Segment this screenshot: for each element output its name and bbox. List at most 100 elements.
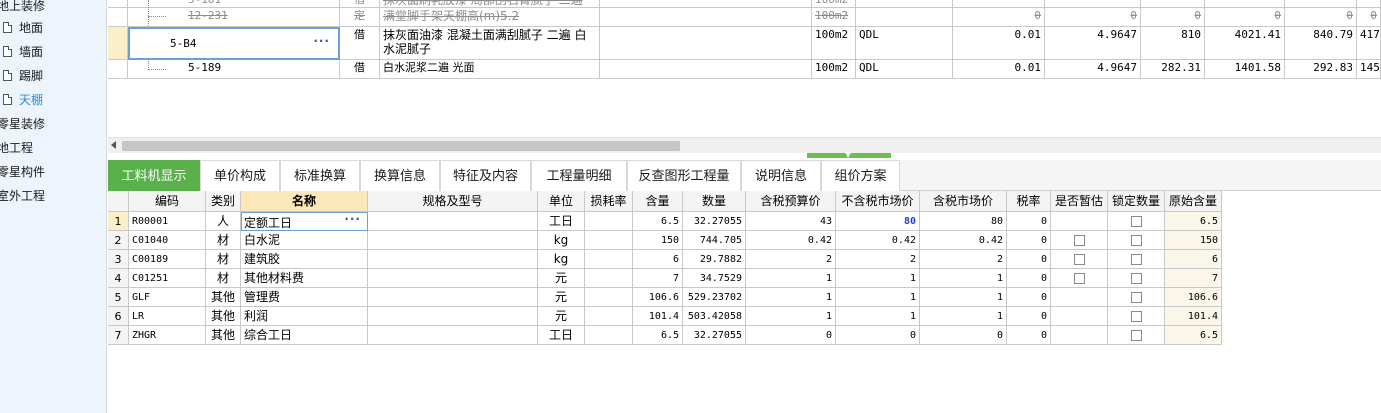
quota-unit-cell[interactable]: 100m2 [812,8,856,27]
column-header[interactable]: 数量 [683,191,746,212]
lock-qty-checkbox[interactable] [1130,273,1142,284]
lock-qty-checkbox[interactable] [1130,292,1142,303]
quota-v1-cell[interactable]: 0 [1285,8,1357,27]
cell-code[interactable]: C01040 [129,231,206,250]
cell-qty[interactable]: 32.27055 [683,212,746,231]
cell-spec[interactable] [368,326,538,345]
column-header[interactable]: 单位 [538,191,585,212]
column-header[interactable]: 含税预算价 [746,191,836,212]
cell-budget[interactable]: 1 [746,307,836,326]
lock-qty-checkbox[interactable] [1130,235,1142,246]
cell-estimate[interactable] [1051,307,1108,326]
tab-3[interactable]: 换算信息 [360,160,440,191]
tree-item[interactable]: 零星装修 [0,114,45,134]
tab-8[interactable]: 组价方案 [821,160,900,191]
cell-market-in[interactable]: 80 [920,212,1007,231]
cell-tax[interactable]: 0 [1007,269,1051,288]
cell-name[interactable]: 综合工日 [241,326,368,345]
ellipsis-button[interactable]: ··· [344,212,361,226]
tab-1[interactable]: 单价构成 [200,160,280,191]
quota-v2-cell[interactable]: 417 [1357,27,1381,60]
quota-price-cell[interactable] [1141,0,1205,8]
cell-content[interactable]: 7 [633,269,683,288]
lock-qty-checkbox[interactable] [1130,330,1142,341]
cell-lock[interactable] [1108,231,1165,250]
cell-code[interactable]: LR [129,307,206,326]
cell-lock[interactable] [1108,288,1165,307]
cell-spec[interactable] [368,307,538,326]
cell-budget[interactable]: 0 [746,326,836,345]
cell-market-ex[interactable]: 1 [836,307,920,326]
cell-estimate[interactable] [1051,212,1108,231]
quota-name-cell[interactable]: 抹灰面刷乳胶漆 局部刮石膏腻子 二遍 [380,0,600,8]
cell-estimate[interactable] [1051,288,1108,307]
quota-qty-cell[interactable] [1045,0,1141,8]
cell-market-ex[interactable]: 80 [836,212,920,231]
quota-unit-cell[interactable]: 100m2 [812,0,856,8]
cell-loss[interactable] [585,212,633,231]
cell-cat[interactable]: 其他 [206,307,241,326]
quota-name-cell[interactable]: 满堂脚手架天棚高(m)5.2 [380,8,600,27]
column-header[interactable]: 不含税市场价 [836,191,920,212]
cell-unit[interactable]: kg [538,250,585,269]
quota-price-cell[interactable]: 810 [1141,27,1205,60]
quota-v1-cell[interactable]: 840.79 [1285,27,1357,60]
quota-v1-cell[interactable] [1285,0,1357,8]
cell-market-in[interactable]: 1 [920,269,1007,288]
estimate-checkbox[interactable] [1073,273,1085,284]
cell-name[interactable]: 管理费 [241,288,368,307]
tree-item[interactable]: 零星构件 [0,162,45,182]
column-header[interactable]: 是否暂估 [1051,191,1108,212]
tab-4[interactable]: 特征及内容 [440,160,531,191]
cell-unit[interactable]: 工日 [538,212,585,231]
quota-coef-cell[interactable] [953,0,1045,8]
quota-unit-cell[interactable]: 100m2 [812,27,856,60]
cell-lock[interactable] [1108,250,1165,269]
cell-budget[interactable]: 43 [746,212,836,231]
cell-name[interactable]: 其他材料费 [241,269,368,288]
quota-total-cell[interactable] [1205,0,1285,8]
tab-5[interactable]: 工程量明细 [531,160,627,191]
cell-spec[interactable] [368,269,538,288]
tree-item[interactable]: 墙面 [3,42,43,62]
cell-estimate[interactable] [1051,269,1108,288]
cell-estimate[interactable] [1051,326,1108,345]
cell-tax[interactable]: 0 [1007,231,1051,250]
tree-item[interactable]: 地上装修 [0,0,45,16]
column-header[interactable]: 含税市场价 [920,191,1007,212]
tree-item[interactable]: 踢脚 [3,66,43,86]
quota-v2-cell[interactable] [1357,0,1381,8]
quota-coef-cell[interactable]: 0.01 [953,27,1045,60]
cell-qty[interactable]: 34.7529 [683,269,746,288]
horizontal-scrollbar[interactable] [108,137,1381,153]
quota-code-cell[interactable]: 5-181 [128,0,340,8]
cell-unit[interactable]: 元 [538,269,585,288]
quota-qty-cell[interactable]: 4.9647 [1045,60,1141,79]
cell-qty[interactable]: 503.42058 [683,307,746,326]
estimate-checkbox[interactable] [1073,254,1085,265]
cell-unit[interactable]: kg [538,231,585,250]
cell-unit[interactable]: 元 [538,288,585,307]
cell-market-ex[interactable]: 0.42 [836,231,920,250]
quota-qty-cell[interactable]: 4.9647 [1045,27,1141,60]
cell-estimate[interactable] [1051,231,1108,250]
cell-orig[interactable]: 6 [1165,250,1222,269]
column-header[interactable]: 损耗率 [585,191,633,212]
column-header[interactable]: 规格及型号 [368,191,538,212]
cell-loss[interactable] [585,288,633,307]
cell-content[interactable]: 6.5 [633,326,683,345]
cell-loss[interactable] [585,231,633,250]
cell-budget[interactable]: 2 [746,250,836,269]
cell-content[interactable]: 6 [633,250,683,269]
cell-qty[interactable]: 529.23702 [683,288,746,307]
cell-tax[interactable]: 0 [1007,288,1051,307]
quota-v2-cell[interactable]: 0 [1357,8,1381,27]
cell-estimate[interactable] [1051,250,1108,269]
quota-code-cell[interactable]: 12-231 [128,8,340,27]
cell-spec[interactable] [368,231,538,250]
cell-qty[interactable]: 29.7882 [683,250,746,269]
column-header[interactable]: 原始含量 [1165,191,1222,212]
lock-qty-checkbox[interactable] [1130,311,1142,322]
estimate-checkbox[interactable] [1073,235,1085,246]
cell-orig[interactable]: 7 [1165,269,1222,288]
